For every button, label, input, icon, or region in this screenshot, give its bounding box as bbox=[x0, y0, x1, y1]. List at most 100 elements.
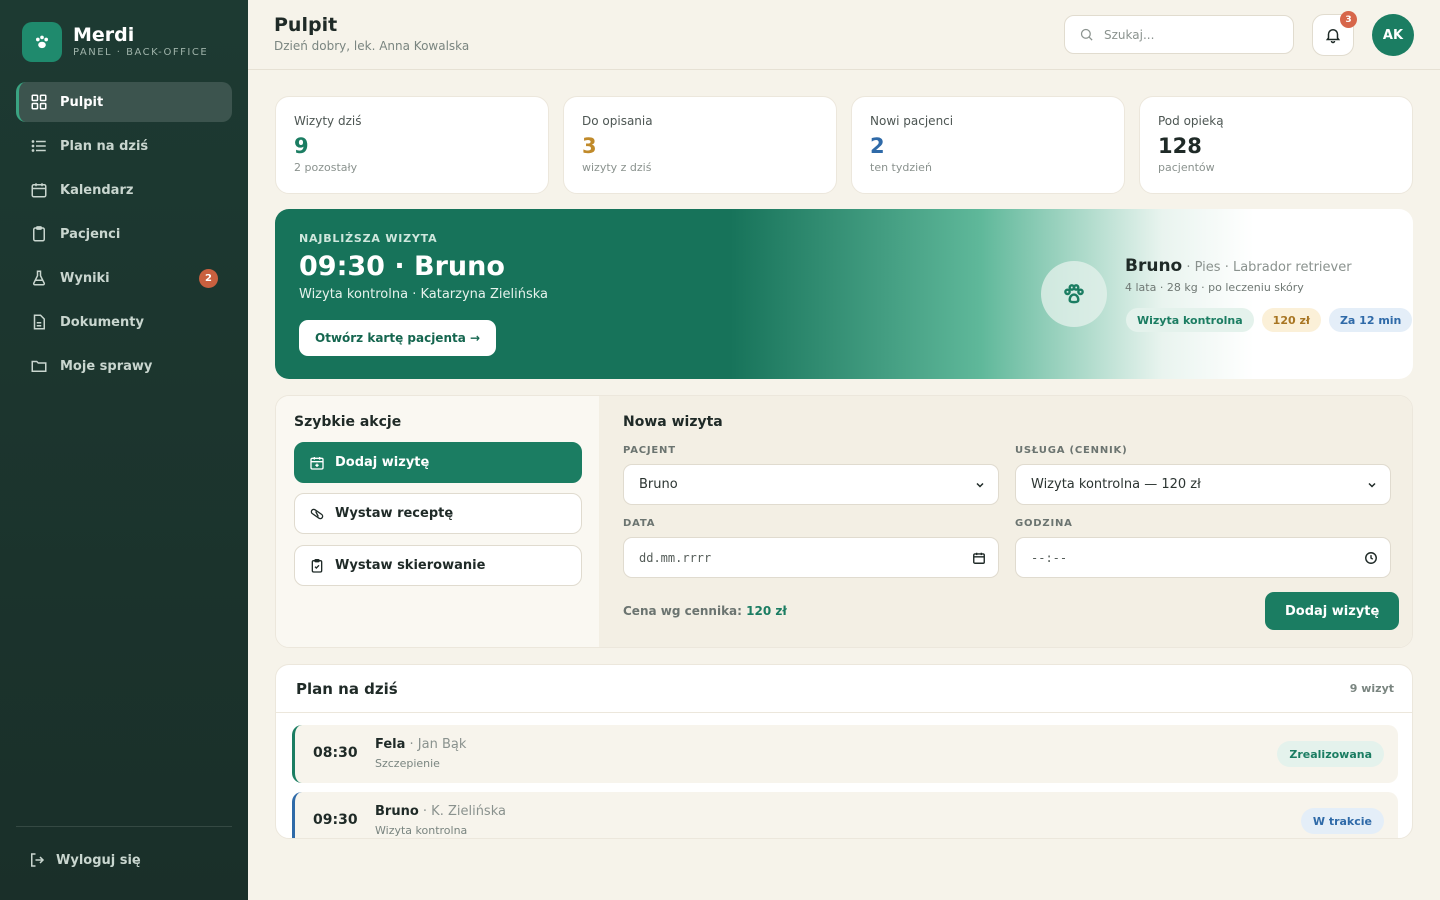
stat-label: Pod opieką bbox=[1158, 114, 1224, 128]
sidebar-item-label: Dokumenty bbox=[60, 314, 144, 330]
sidebar-item-plan[interactable]: Plan na dziś bbox=[16, 126, 232, 166]
plan-row-service: Wizyta kontrolna bbox=[375, 824, 468, 837]
status-badge: W trakcie bbox=[1300, 808, 1384, 834]
plan-row-title: Bruno · K. Zielińska bbox=[375, 804, 506, 819]
paw-logo-icon bbox=[22, 22, 62, 62]
stat-sub: wizyty z dziś bbox=[582, 161, 652, 174]
add-visit-submit-button[interactable]: Dodaj wizytę bbox=[1265, 592, 1400, 630]
issue-referral-button[interactable]: Wystaw skierowanie bbox=[294, 545, 582, 586]
time-placeholder: --:-- bbox=[1031, 550, 1068, 565]
sidebar-item-results[interactable]: Wyniki 2 bbox=[16, 258, 232, 298]
stat-sub: ten tydzień bbox=[870, 161, 932, 174]
chevron-down-icon bbox=[1368, 482, 1376, 488]
quick-action-label: Wystaw receptę bbox=[335, 506, 454, 521]
results-badge: 2 bbox=[199, 269, 218, 288]
pet-name: Bruno bbox=[1125, 256, 1183, 276]
search-box[interactable] bbox=[1064, 15, 1294, 54]
service-label: USŁUGA (CENNIK) bbox=[1015, 445, 1128, 456]
chevron-down-icon bbox=[976, 482, 984, 488]
price-note-label: Cena wg cennika: bbox=[623, 604, 747, 618]
flask-icon bbox=[32, 270, 46, 286]
sidebar-item-label: Kalendarz bbox=[60, 182, 134, 198]
next-visit-title: 09:30 · Bruno bbox=[299, 251, 505, 282]
issue-prescription-button[interactable]: Wystaw receptę bbox=[294, 493, 582, 534]
stat-card-visits-today: Wizyty dziś 9 2 pozostały bbox=[275, 96, 549, 194]
sidebar-item-label: Pulpit bbox=[60, 94, 104, 110]
new-visit-form: Nowa wizyta PACJENT Bruno USŁUGA (CENNIK… bbox=[599, 396, 1412, 647]
today-plan-title: Plan na dziś bbox=[296, 680, 398, 698]
sidebar: Merdi PANEL · BACK-OFFICE Pulpit Plan na… bbox=[0, 0, 248, 900]
pill-icon bbox=[310, 508, 324, 519]
pet-info: 4 lata · 28 kg · po leczeniu skóry bbox=[1125, 281, 1304, 294]
stat-card-under-care: Pod opieką 128 pacjentów bbox=[1139, 96, 1413, 194]
visit-type-chip: Wizyta kontrolna bbox=[1126, 308, 1254, 332]
calendar-plus-icon bbox=[310, 456, 324, 470]
paw-icon bbox=[1041, 261, 1107, 327]
sidebar-item-patients[interactable]: Pacjenci bbox=[16, 214, 232, 254]
service-value: Wizyta kontrolna — 120 zł bbox=[1031, 477, 1201, 492]
time-label: GODZINA bbox=[1015, 518, 1073, 529]
sidebar-item-documents[interactable]: Dokumenty bbox=[16, 302, 232, 342]
page-title: Pulpit bbox=[274, 14, 338, 36]
brand-subtitle: PANEL · BACK-OFFICE bbox=[73, 47, 209, 58]
calendar-icon bbox=[973, 552, 985, 564]
plan-row-service: Szczepienie bbox=[375, 757, 440, 770]
quick-actions-title: Szybkie akcje bbox=[294, 414, 402, 430]
patient-select[interactable]: Bruno bbox=[623, 464, 999, 505]
new-visit-title: Nowa wizyta bbox=[623, 414, 723, 430]
time-until-chip: Za 12 min bbox=[1328, 308, 1413, 332]
sidebar-item-calendar[interactable]: Kalendarz bbox=[16, 170, 232, 210]
stat-card-to-describe: Do opisania 3 wizyty z dziś bbox=[563, 96, 837, 194]
plan-row-pet: Fela bbox=[375, 737, 406, 752]
plan-row-time: 09:30 bbox=[313, 812, 358, 828]
plan-row[interactable]: 08:30 Fela · Jan Bąk Szczepienie Zrealiz… bbox=[292, 725, 1398, 783]
sidebar-item-my-tasks[interactable]: Moje sprawy bbox=[16, 346, 232, 386]
sidebar-item-label: Moje sprawy bbox=[60, 358, 153, 374]
today-plan-count: 9 wizyt bbox=[1349, 682, 1394, 695]
plan-row-title: Fela · Jan Bąk bbox=[375, 737, 466, 752]
stat-value: 2 bbox=[870, 134, 885, 158]
quick-action-label: Dodaj wizytę bbox=[335, 455, 430, 470]
quick-actions: Szybkie akcje Dodaj wizytę Wystaw recept… bbox=[276, 396, 599, 647]
bell-icon bbox=[1325, 29, 1341, 44]
avatar[interactable]: AK bbox=[1372, 14, 1414, 56]
document-icon bbox=[33, 314, 45, 330]
calendar-icon bbox=[31, 183, 47, 198]
today-plan: Plan na dziś 9 wizyt 08:30 Fela · Jan Bą… bbox=[275, 664, 1413, 839]
stat-value: 3 bbox=[582, 134, 597, 158]
folder-icon bbox=[31, 360, 47, 372]
add-visit-quick-button[interactable]: Dodaj wizytę bbox=[294, 442, 582, 483]
today-plan-header: Plan na dziś 9 wizyt bbox=[276, 665, 1412, 713]
patient-value: Bruno bbox=[639, 477, 678, 492]
sidebar-item-label: Plan na dziś bbox=[60, 138, 149, 154]
stat-value: 9 bbox=[294, 134, 309, 158]
stat-label: Wizyty dziś bbox=[294, 114, 362, 128]
notifications-badge: 3 bbox=[1340, 11, 1357, 28]
stat-value: 128 bbox=[1158, 134, 1202, 158]
pet-breed: · Pies · Labrador retriever bbox=[1182, 260, 1352, 275]
sidebar-item-label: Wyniki bbox=[60, 270, 110, 286]
time-input[interactable]: --:-- bbox=[1015, 537, 1391, 578]
date-input[interactable]: dd.mm.rrrr bbox=[623, 537, 999, 578]
open-patient-card-button[interactable]: Otwórz kartę pacjenta → bbox=[299, 320, 497, 356]
patient-label: PACJENT bbox=[623, 445, 676, 456]
list-icon bbox=[31, 140, 46, 152]
stat-label: Do opisania bbox=[582, 114, 653, 128]
pet-name-line: Bruno · Pies · Labrador retriever bbox=[1125, 256, 1352, 276]
clipboard-check-icon bbox=[311, 558, 323, 573]
plan-row[interactable]: 09:30 Bruno · K. Zielińska Wizyta kontro… bbox=[292, 792, 1398, 838]
next-visit-kicker: NAJBLIŻSZA WIZYTA bbox=[299, 232, 438, 245]
sidebar-item-pulpit[interactable]: Pulpit bbox=[16, 82, 232, 122]
logout-button[interactable]: Wyloguj się bbox=[28, 848, 141, 872]
greeting: Dzień dobry, lek. Anna Kowalska bbox=[274, 39, 470, 53]
search-input[interactable] bbox=[1104, 27, 1274, 42]
status-badge: Zrealizowana bbox=[1277, 741, 1384, 767]
sidebar-nav: Pulpit Plan na dziś Kalendarz Pacjenci W… bbox=[16, 82, 232, 390]
clipboard-icon bbox=[33, 226, 45, 242]
logout-icon bbox=[31, 853, 45, 867]
next-visit-subtitle: Wizyta kontrolna · Katarzyna Zielińska bbox=[299, 287, 549, 302]
stat-sub: 2 pozostały bbox=[294, 161, 358, 174]
stat-card-new-patients: Nowi pacjenci 2 ten tydzień bbox=[851, 96, 1125, 194]
service-select[interactable]: Wizyta kontrolna — 120 zł bbox=[1015, 464, 1391, 505]
brand-name: Merdi bbox=[73, 24, 135, 46]
